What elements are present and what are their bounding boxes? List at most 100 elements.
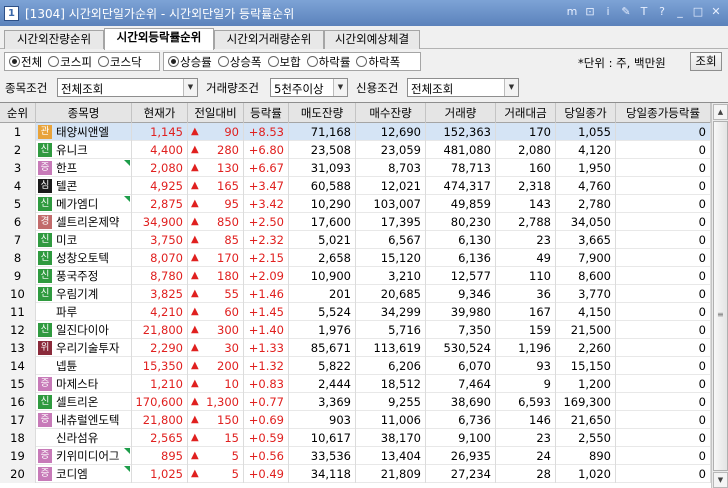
help-icon[interactable]: ? <box>654 4 670 20</box>
table-row[interactable]: 16 신 셀트리온 170,600 ▲ 1,300 +0.77 3,369 9,255 38,69… <box>0 393 711 411</box>
col-bid-qty[interactable]: 매수잔량 <box>356 103 426 123</box>
table-row[interactable]: 9 신 풍국주정 8,780 ▲ 180 +2.09 10,900 3,210 12,577 110… <box>0 267 711 285</box>
col-ask-qty[interactable]: 매도잔량 <box>289 103 356 123</box>
stock-name[interactable]: 셀트리온 <box>56 393 98 411</box>
cell-rate: +3.42 <box>244 195 289 213</box>
radio-sort-rise-rate[interactable]: 상승률 <box>168 54 212 70</box>
cell-bid-qty: 8,703 <box>356 159 426 177</box>
cell-close-rate: 0 <box>616 393 711 411</box>
stock-name[interactable]: 메가엠디 <box>56 195 98 213</box>
table-row[interactable]: 8 신 성창오토텍 8,070 ▲ 170 +2.15 2,658 15,120 6,136 49 7… <box>0 249 711 267</box>
col-price[interactable]: 현재가 <box>132 103 188 123</box>
radio-sort-flat[interactable]: 보합 <box>267 54 301 70</box>
up-arrow-icon: ▲ <box>191 468 199 479</box>
tab-afterhours-volume[interactable]: 시간외거래량순위 <box>214 30 324 49</box>
cell-change: ▲ 90 <box>188 123 244 141</box>
stock-name[interactable]: 일진다이아 <box>56 321 109 339</box>
stock-name[interactable]: 신라섬유 <box>56 429 98 447</box>
lookup-button[interactable]: 조회 <box>690 52 722 71</box>
stock-name[interactable]: 우리기술투자 <box>56 339 119 357</box>
font-icon[interactable]: T <box>636 4 652 20</box>
stock-name[interactable]: 우림기계 <box>56 285 98 303</box>
radio-sort-fall-amount[interactable]: 하락폭 <box>356 54 400 70</box>
radio-market-kospi[interactable]: 코스피 <box>48 54 92 70</box>
table-row[interactable]: 1 관 태양씨앤엘 1,145 ▲ 90 +8.53 71,168 12,690 152,363 1… <box>0 123 711 141</box>
select-value: 5천주이상 <box>274 82 324 96</box>
table-header: 순위 종목명 현재가 전일대비 등락률 매도잔량 매수잔량 거래량 거래대금 당… <box>0 103 711 123</box>
vertical-scrollbar[interactable]: ▲ ≡ ▼ <box>711 103 728 488</box>
table-row[interactable]: 15 증 마제스타 1,210 ▲ 10 +0.83 2,444 18,512 7,464 9 1,2… <box>0 375 711 393</box>
stock-name[interactable]: 셀트리온제약 <box>56 213 119 231</box>
radio-market-all[interactable]: 전체 <box>9 54 42 70</box>
table-row[interactable]: 18 신라섬유 2,565 ▲ 15 +0.59 10,617 38,170 9,100 23 2,… <box>0 429 711 447</box>
stock-name[interactable]: 유니크 <box>56 141 88 159</box>
minimize-icon[interactable]: _ <box>672 4 688 20</box>
stock-name[interactable]: 텔콘 <box>56 177 77 195</box>
tab-afterhours-remaining[interactable]: 시간외잔량순위 <box>4 30 104 49</box>
table-row[interactable]: 13 위 우리기술투자 2,290 ▲ 30 +1.33 85,671 113,619 530,5… <box>0 339 711 357</box>
table-row[interactable]: 2 신 유니크 4,400 ▲ 280 +6.80 23,508 23,059 481,080 2,… <box>0 141 711 159</box>
stock-name[interactable]: 미코 <box>56 231 77 249</box>
stock-name[interactable]: 내츄럴엔도텍 <box>56 411 119 429</box>
table-row[interactable]: 19 증 키위미디어그 895 ▲ 5 +0.56 33,536 13,404 26,935 24 8… <box>0 447 711 465</box>
stock-name[interactable]: 풍국주정 <box>56 267 98 285</box>
col-amount[interactable]: 거래대금 <box>496 103 556 123</box>
close-icon[interactable]: ✕ <box>708 4 724 20</box>
table-row[interactable]: 10 신 우림기계 3,825 ▲ 55 +1.46 201 20,685 9,346 36 3,77… <box>0 285 711 303</box>
stock-name[interactable]: 한프 <box>56 159 77 177</box>
col-volume[interactable]: 거래량 <box>426 103 496 123</box>
link-icon[interactable]: ⊡ <box>582 4 598 20</box>
table-row[interactable]: 12 신 일진다이아 21,800 ▲ 300 +1.40 1,976 5,716 7,350 15… <box>0 321 711 339</box>
cell-ask-qty: 34,118 <box>289 465 356 483</box>
table-row[interactable]: 7 신 미코 3,750 ▲ 85 +2.32 5,021 6,567 6,130 23 3,665 0 <box>0 231 711 249</box>
cell-change: ▲ 130 <box>188 159 244 177</box>
stock-name[interactable]: 키위미디어그 <box>56 447 119 465</box>
stock-status-badge: 신 <box>38 251 52 265</box>
col-close[interactable]: 당일종가 <box>556 103 616 123</box>
col-close-rate[interactable]: 당일종가등락률 <box>616 103 711 123</box>
cell-ask-qty: 71,168 <box>289 123 356 141</box>
info-icon[interactable]: i <box>600 4 616 20</box>
table-row[interactable]: 6 경 셀트리온제약 34,900 ▲ 850 +2.50 17,600 17,395 80,23… <box>0 213 711 231</box>
scroll-up-icon[interactable]: ▲ <box>713 104 728 120</box>
radio-dot <box>97 56 109 67</box>
stock-condition-select[interactable]: 전체조회 ▼ <box>57 78 198 97</box>
up-arrow-icon: ▲ <box>191 252 199 263</box>
col-rank[interactable]: 순위 <box>0 103 36 123</box>
cell-amount: 23 <box>496 429 556 447</box>
stock-name[interactable]: 코디엠 <box>56 465 88 483</box>
radio-label: 보합 <box>279 54 301 69</box>
col-name[interactable]: 종목명 <box>36 103 132 123</box>
scroll-thumb[interactable]: ≡ <box>713 121 728 471</box>
tab-afterhours-expected[interactable]: 시간외예상체결 <box>324 30 420 49</box>
tab-afterhours-rate[interactable]: 시간외등락률순위 <box>104 28 214 50</box>
stock-name[interactable]: 마제스타 <box>56 375 98 393</box>
market-radio-group: 전체 코스피 코스닥 <box>4 52 160 71</box>
cell-ask-qty: 903 <box>289 411 356 429</box>
table-row[interactable]: 5 신 메가엠디 2,875 ▲ 95 +3.42 10,290 103,007 49,859 14… <box>0 195 711 213</box>
stock-name[interactable]: 성창오토텍 <box>56 249 109 267</box>
table-row[interactable]: 3 증 한프 2,080 ▲ 130 +6.67 31,093 8,703 78,713 160 1,… <box>0 159 711 177</box>
volume-condition-select[interactable]: 5천주이상 ▼ <box>270 78 348 97</box>
cell-close: 34,050 <box>556 213 616 231</box>
stock-name[interactable]: 넵튠 <box>56 357 77 375</box>
table-row[interactable]: 20 증 코디엠 1,025 ▲ 5 +0.49 34,118 21,809 27,234 28 1,… <box>0 465 711 483</box>
col-change[interactable]: 전일대비 <box>188 103 244 123</box>
stock-name[interactable]: 태양씨앤엘 <box>56 123 109 141</box>
scroll-down-icon[interactable]: ▼ <box>713 472 728 488</box>
col-rate[interactable]: 등락률 <box>244 103 289 123</box>
radio-sort-rise-amount[interactable]: 상승폭 <box>217 54 262 70</box>
maximize-icon[interactable]: □ <box>690 4 706 20</box>
radio-market-kosdaq[interactable]: 코스닥 <box>97 54 142 70</box>
menu-icon[interactable]: m <box>564 4 580 20</box>
cell-price: 2,875 <box>132 195 188 213</box>
table-row[interactable]: 17 증 내츄럴엔도텍 21,800 ▲ 150 +0.69 903 11,006 6,736 14… <box>0 411 711 429</box>
table-row[interactable]: 14 넵튠 15,350 ▲ 200 +1.32 5,822 6,206 6,070 93 15,1… <box>0 357 711 375</box>
stock-name[interactable]: 파루 <box>56 303 77 321</box>
radio-sort-fall-rate[interactable]: 하락률 <box>306 54 350 70</box>
pin-icon[interactable]: ✎ <box>618 4 634 20</box>
cell-name: 신 풍국주정 <box>36 267 132 285</box>
table-row[interactable]: 11 파루 4,210 ▲ 60 +1.45 5,524 34,299 39,980 167 4,1… <box>0 303 711 321</box>
credit-condition-select[interactable]: 전체조회 ▼ <box>407 78 519 97</box>
table-row[interactable]: 4 심 텔콘 4,925 ▲ 165 +3.47 60,588 12,021 474,317 2,3… <box>0 177 711 195</box>
